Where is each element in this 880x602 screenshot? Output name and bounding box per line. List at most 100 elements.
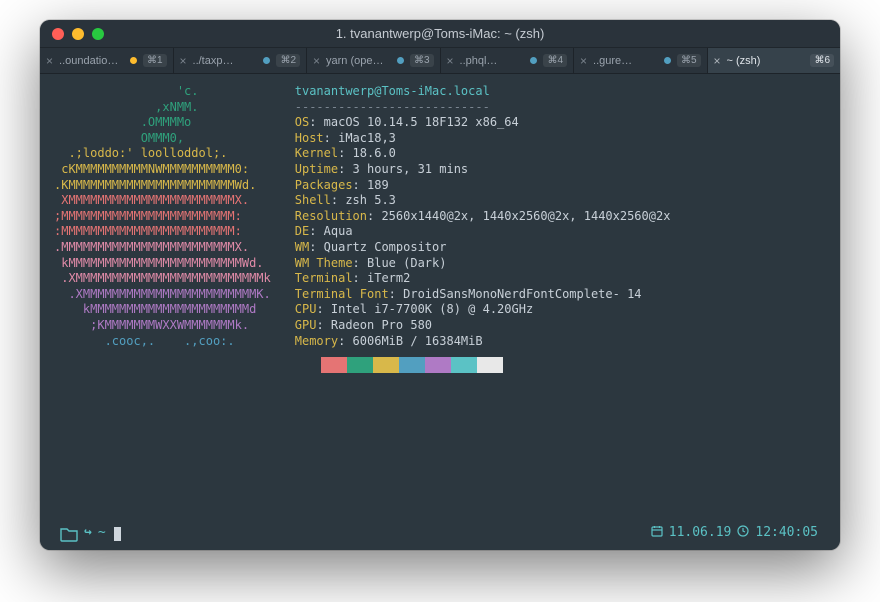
info-key: WM Theme [295,256,353,270]
ascii-line: .cooc,. .,coo:. [54,334,235,348]
tab-label: ../taxp… [193,55,258,67]
system-info-column: tvanantwerp@Toms-iMac.local ------------… [295,84,826,373]
minimize-window-button[interactable] [72,28,84,40]
close-window-button[interactable] [52,28,64,40]
info-key: WM [295,240,309,254]
ascii-line: kMMMMMMMMMMMMMMMMMMMMMMMMWd. [54,256,264,270]
tab-shortcut: ⌘6 [810,54,834,67]
info-value: : iMac18,3 [324,131,396,145]
status-bar: ↪ ~ 11.06.19 12:40:05 [54,521,826,544]
tab-status-dot [530,57,537,64]
info-key: OS [295,115,309,129]
info-key: Uptime [295,162,338,176]
info-line-packages: Packages: 189 [295,178,826,194]
color-swatch [295,357,321,373]
info-value: : 3 hours, 31 mins [338,162,468,176]
tab-label: ..oundatio… [59,55,124,67]
cwd: ~ [98,525,106,542]
tab-label: yarn (ope… [326,55,391,67]
traffic-lights [40,28,104,40]
tab-label: ..gure… [593,55,658,67]
info-line-shell: Shell: zsh 5.3 [295,193,826,209]
tab-2[interactable]: × ../taxp… ⌘2 [174,48,308,73]
host-line: tvanantwerp@Toms-iMac.local [295,84,826,100]
tab-status-dot [263,57,270,64]
info-line-memory: Memory: 6006MiB / 16384MiB [295,334,826,350]
info-value: : Quartz Compositor [309,240,446,254]
tab-4[interactable]: × ..phql… ⌘4 [441,48,575,73]
info-line-terminal: Terminal: iTerm2 [295,271,826,287]
tab-label: ..phql… [460,55,525,67]
zoom-window-button[interactable] [92,28,104,40]
info-value: : iTerm2 [353,271,411,285]
prompt[interactable]: ↪ ~ [60,525,121,542]
close-tab-icon[interactable]: × [580,54,587,68]
titlebar: 1. tvanantwerp@Toms-iMac: ~ (zsh) [40,20,840,48]
info-value: : zsh 5.3 [331,193,396,207]
ascii-line: XMMMMMMMMMMMMMMMMMMMMMMMX. [54,193,249,207]
ascii-line: .;loddo:' loolloddol;. [54,146,227,160]
tab-status-dot [664,57,671,64]
tab-6[interactable]: ×~ (zsh)⌘6 [708,48,841,73]
ascii-line: .MMMMMMMMMMMMMMMMMMMMMMMMX. [54,240,249,254]
color-swatch [321,357,347,373]
info-value: : 6006MiB / 16384MiB [338,334,483,348]
info-key: GPU [295,318,317,332]
info-key: Packages [295,178,353,192]
info-value: : Radeon Pro 580 [316,318,432,332]
color-swatches [295,357,826,373]
status-date: 11.06.19 [669,525,732,542]
ascii-line: cKMMMMMMMMMMNWMMMMMMMMMM0: [54,162,249,176]
color-swatch [347,357,373,373]
tab-1[interactable]: × ..oundatio… ⌘1 [40,48,174,73]
tab-shortcut: ⌘4 [543,54,567,67]
tab-3[interactable]: × yarn (ope… ⌘3 [307,48,441,73]
terminal-window: 1. tvanantwerp@Toms-iMac: ~ (zsh) × ..oun… [40,20,840,550]
cursor [114,527,121,541]
info-line-wm: WM: Quartz Compositor [295,240,826,256]
info-key: Host [295,131,324,145]
tab-shortcut: ⌘3 [410,54,434,67]
info-key: Shell [295,193,331,207]
info-line-wm-theme: WM Theme: Blue (Dark) [295,256,826,272]
info-value: : 189 [353,178,389,192]
ascii-line: .KMMMMMMMMMMMMMMMMMMMMMMMWd. [54,178,256,192]
separator-line: --------------------------- [295,100,826,116]
close-tab-icon[interactable]: × [714,54,721,68]
tab-5[interactable]: × ..gure… ⌘5 [574,48,708,73]
close-tab-icon[interactable]: × [447,54,454,68]
status-time: 12:40:05 [755,525,818,542]
close-tab-icon[interactable]: × [313,54,320,68]
ascii-line: .XMMMMMMMMMMMMMMMMMMMMMMMMK. [54,287,271,301]
tab-status-dot [397,57,404,64]
calendar-icon [651,525,663,542]
color-swatch [477,357,503,373]
ascii-line: ,xNMM. [54,100,199,114]
info-key: CPU [295,302,317,316]
color-swatch [451,357,477,373]
info-line-resolution: Resolution: 2560x1440@2x, 1440x2560@2x, … [295,209,826,225]
ascii-line: kMMMMMMMMMMMMMMMMMMMMMMd [54,302,256,316]
tab-shortcut: ⌘1 [143,54,167,67]
ascii-line: OMMM0, [54,131,184,145]
terminal-body[interactable]: 'c. ,xNMM. .OMMMMo OMMM0, .;loddo:' lool… [40,74,840,550]
color-swatch [399,357,425,373]
info-value: : Aqua [309,224,352,238]
tab-shortcut: ⌘2 [276,54,300,67]
window-title: 1. tvanantwerp@Toms-iMac: ~ (zsh) [40,26,840,41]
ascii-line: ;KMMMMMMMWXXWMMMMMMMk. [54,318,249,332]
close-tab-icon[interactable]: × [46,54,53,68]
tab-shortcut: ⌘5 [677,54,701,67]
info-key: Memory [295,334,338,348]
info-line-de: DE: Aqua [295,224,826,240]
neofetch-output: 'c. ,xNMM. .OMMMMo OMMM0, .;loddo:' lool… [54,84,826,373]
tab-status-dot [130,57,137,64]
close-tab-icon[interactable]: × [180,54,187,68]
info-key: Resolution [295,209,367,223]
info-value: : macOS 10.14.5 18F132 x86_64 [309,115,519,129]
info-line-gpu: GPU: Radeon Pro 580 [295,318,826,334]
ascii-line: ;MMMMMMMMMMMMMMMMMMMMMMMM: [54,209,242,223]
info-line-uptime: Uptime: 3 hours, 31 mins [295,162,826,178]
ascii-art-logo: 'c. ,xNMM. .OMMMMo OMMM0, .;loddo:' lool… [54,84,271,373]
info-line-cpu: CPU: Intel i7-7700K (8) @ 4.20GHz [295,302,826,318]
